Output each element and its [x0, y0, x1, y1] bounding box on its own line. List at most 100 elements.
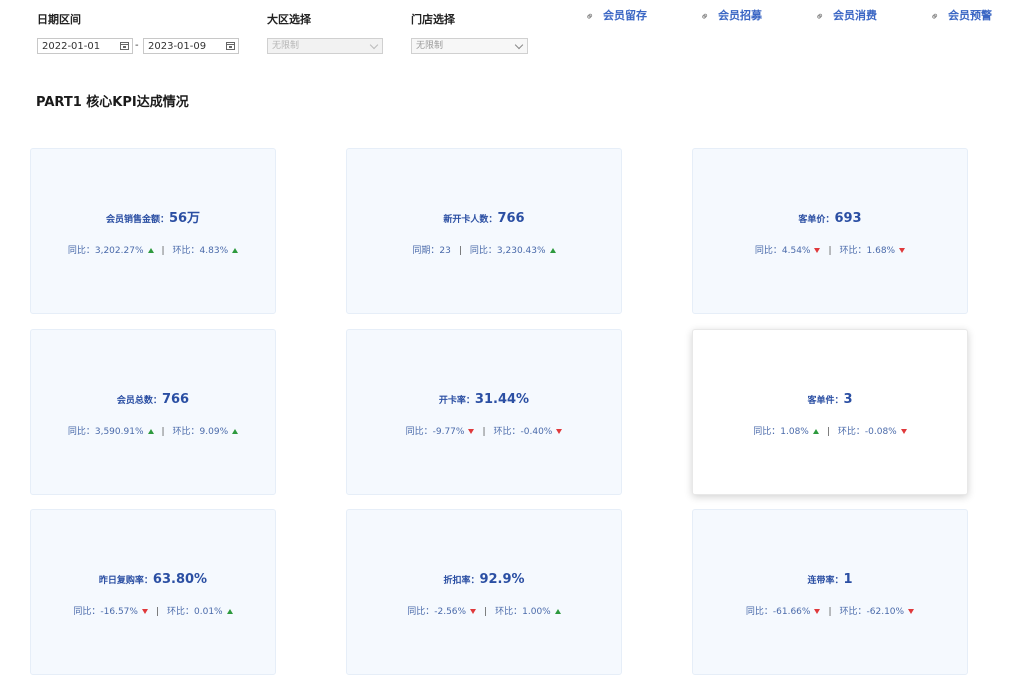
- chevron-down-icon: [369, 40, 379, 50]
- store-select-label: 门店选择: [411, 13, 455, 26]
- stat-separator: |: [161, 427, 165, 437]
- stat-separator: |: [482, 427, 486, 437]
- stat-separator: |: [828, 246, 832, 256]
- kpi-stat-secondary: 环比：1.68%: [839, 246, 896, 256]
- calendar-icon[interactable]: [120, 42, 129, 50]
- arrow-down-icon: [141, 609, 148, 614]
- kpi-stat-primary: 同比：4.54%: [754, 246, 811, 256]
- kpi-stats: 同比：-2.56% | 环比：1.00%: [347, 604, 621, 617]
- kpi-value: 63.80%: [152, 572, 208, 587]
- link-member-recruitment[interactable]: ⚭ 会员招募: [697, 7, 762, 25]
- arrow-up-icon: [147, 429, 154, 434]
- kpi-card: 折扣率：92.9% 同比：-2.56% | 环比：1.00%: [346, 509, 622, 675]
- link-member-retention[interactable]: ⚭ 会员留存: [582, 7, 647, 25]
- arrow-up-icon: [549, 248, 556, 253]
- kpi-value: 766: [161, 392, 190, 407]
- kpi-stat-secondary: 环比：-0.08%: [837, 427, 897, 437]
- kpi-stat-secondary: 环比：-62.10%: [839, 607, 905, 617]
- kpi-stat-primary: 同比：3,590.91%: [67, 427, 144, 437]
- kpi-stat-primary: 同比：-9.77%: [405, 427, 465, 437]
- kpi-title: 会员销售金额：56万: [31, 207, 275, 226]
- kpi-card: 客单价：693 同比：4.54% | 环比：1.68%: [692, 148, 968, 314]
- arrow-down-icon: [899, 248, 906, 253]
- stat-separator: |: [161, 246, 165, 256]
- kpi-card: 新开卡人数：766 同期：23 | 同比：3,230.43%: [346, 148, 622, 314]
- arrow-up-icon: [226, 609, 233, 614]
- kpi-stats: 同比：4.54% | 环比：1.68%: [693, 243, 967, 256]
- kpi-label: 开卡率：: [438, 396, 475, 406]
- arrow-down-icon: [814, 609, 821, 614]
- kpi-title: 会员总数：766: [31, 388, 275, 407]
- kpi-stat-secondary: 环比：4.83%: [172, 246, 229, 256]
- arrow-down-icon: [814, 248, 821, 253]
- kpi-stats: 同比：-61.66% | 环比：-62.10%: [693, 604, 967, 617]
- arrow-down-icon: [470, 609, 477, 614]
- kpi-stat-primary: 同比：-61.66%: [745, 607, 811, 617]
- kpi-title: 客单件：3: [693, 388, 967, 407]
- chevron-down-icon: [514, 40, 524, 50]
- store-select[interactable]: 无限制: [411, 38, 528, 54]
- kpi-label: 连带率：: [807, 576, 844, 586]
- kpi-label: 新开卡人数：: [443, 215, 498, 225]
- end-date-value: 2023-01-09: [148, 41, 207, 52]
- kpi-stat-secondary: 同比：3,230.43%: [469, 246, 546, 256]
- section-title: PART1 核心KPI达成情况: [36, 95, 189, 110]
- arrow-up-icon: [232, 429, 239, 434]
- region-select-label: 大区选择: [267, 13, 311, 26]
- kpi-stat-secondary: 环比：0.01%: [167, 607, 223, 617]
- kpi-stat-secondary: 环比：9.09%: [172, 427, 229, 437]
- kpi-card: 会员总数：766 同比：3,590.91% | 环比：9.09%: [30, 329, 276, 495]
- arrow-up-icon: [147, 248, 154, 253]
- kpi-value: 31.44%: [474, 392, 530, 407]
- kpi-label: 会员总数：: [116, 396, 162, 406]
- kpi-label: 会员销售金额：: [105, 215, 169, 225]
- arrow-down-icon: [468, 429, 475, 434]
- region-select[interactable]: 无限制: [267, 38, 383, 54]
- kpi-title: 连带率：1: [693, 568, 967, 587]
- arrow-up-icon: [812, 429, 819, 434]
- kpi-stat-secondary: 环比：-0.40%: [493, 427, 553, 437]
- kpi-label: 客单件：: [807, 396, 844, 406]
- kpi-value: 56万: [168, 211, 201, 226]
- stat-separator: |: [826, 427, 830, 437]
- link-icon: ⚭: [812, 8, 828, 25]
- arrow-up-icon: [554, 609, 561, 614]
- link-label: 会员招募: [718, 9, 762, 22]
- store-select-value: 无限制: [416, 41, 444, 51]
- kpi-title: 折扣率：92.9%: [347, 568, 621, 587]
- calendar-icon[interactable]: [226, 42, 235, 50]
- region-select-value: 无限制: [272, 41, 300, 51]
- link-icon: ⚭: [697, 8, 713, 25]
- stat-separator: |: [828, 607, 832, 617]
- kpi-stats: 同比：-9.77% | 环比：-0.40%: [347, 424, 621, 437]
- kpi-stat-primary: 同比：3,202.27%: [67, 246, 144, 256]
- kpi-stat-primary: 同比：-2.56%: [407, 607, 467, 617]
- kpi-value: 3: [843, 392, 853, 407]
- link-member-warning[interactable]: ⚭ 会员预警: [927, 7, 992, 25]
- start-date-input[interactable]: 2022-01-01: [37, 38, 133, 54]
- kpi-stats: 同比：3,202.27% | 环比：4.83%: [31, 243, 275, 256]
- kpi-stats: 同比：3,590.91% | 环比：9.09%: [31, 424, 275, 437]
- link-label: 会员预警: [948, 9, 992, 22]
- kpi-title: 客单价：693: [693, 207, 967, 226]
- kpi-card: 昨日复购率：63.80% 同比：-16.57% | 环比：0.01%: [30, 509, 276, 675]
- kpi-stat-primary: 同比：1.08%: [753, 427, 809, 437]
- kpi-value: 766: [497, 211, 525, 226]
- date-separator: -: [135, 40, 139, 51]
- kpi-card: 连带率：1 同比：-61.66% | 环比：-62.10%: [692, 509, 968, 675]
- kpi-stat-secondary: 环比：1.00%: [495, 607, 551, 617]
- arrow-up-icon: [232, 248, 239, 253]
- kpi-value: 693: [834, 211, 862, 226]
- stat-separator: |: [484, 607, 488, 617]
- stat-separator: |: [155, 607, 160, 617]
- arrow-down-icon: [900, 429, 907, 434]
- kpi-title: 新开卡人数：766: [347, 207, 621, 226]
- end-date-input[interactable]: 2023-01-09: [143, 38, 239, 54]
- link-member-consumption[interactable]: ⚭ 会员消费: [812, 7, 877, 25]
- kpi-label: 折扣率：: [443, 576, 480, 586]
- kpi-label: 客单价：: [798, 215, 835, 225]
- link-icon: ⚭: [582, 8, 598, 25]
- link-label: 会员消费: [833, 9, 877, 22]
- kpi-title: 开卡率：31.44%: [347, 388, 621, 407]
- kpi-stat-primary: 同比：-16.57%: [73, 607, 138, 617]
